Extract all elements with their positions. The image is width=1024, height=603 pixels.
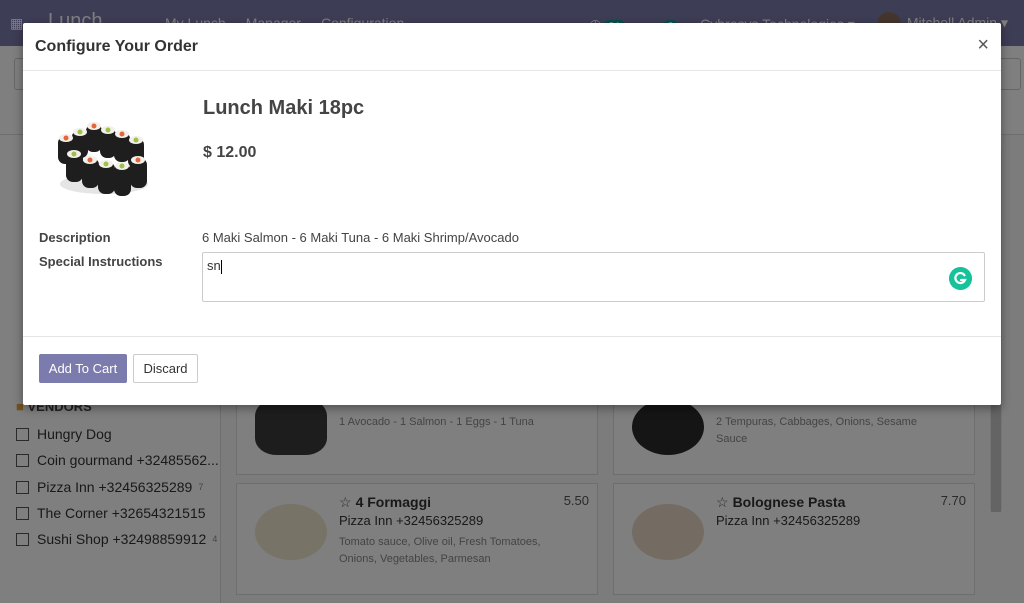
sushi-rolls <box>58 122 148 196</box>
special-instructions-input[interactable]: sn <box>207 258 927 294</box>
discard-button[interactable]: Discard <box>133 354 198 383</box>
text-caret <box>220 259 222 274</box>
special-instructions-label: Special Instructions <box>39 254 163 269</box>
grammarly-icon[interactable] <box>949 267 972 290</box>
product-price: $ 12.00 <box>203 144 257 161</box>
configure-order-dialog: Configure Your Order × Lunch Maki 18pc $… <box>23 23 1001 405</box>
close-icon[interactable]: × <box>977 35 989 55</box>
modal-header: Configure Your Order × <box>23 23 1001 71</box>
product-name: Lunch Maki 18pc <box>203 97 365 119</box>
instructions-text: sn <box>207 258 221 273</box>
description-value: 6 Maki Salmon - 6 Maki Tuna - 6 Maki Shr… <box>202 230 519 245</box>
product-image <box>58 122 148 196</box>
description-label: Description <box>39 230 111 245</box>
special-instructions-field[interactable]: sn <box>202 252 985 302</box>
add-to-cart-button[interactable]: Add To Cart <box>39 354 127 383</box>
modal-footer: Add To Cart Discard <box>23 336 1001 406</box>
modal-title: Configure Your Order <box>35 38 198 55</box>
